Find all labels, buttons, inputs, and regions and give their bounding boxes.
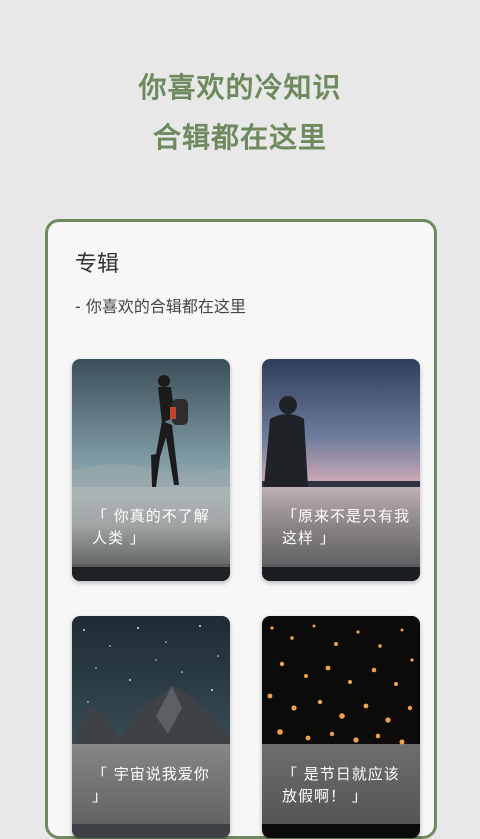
card-3-caption: 「 宇宙说我爱你 」: [92, 765, 210, 805]
card-1-caption: 「 你真的不了解人类 」: [92, 507, 210, 547]
album-card-1[interactable]: 「 你真的不了解人类 」: [72, 359, 230, 581]
card-4-caption: 「 是节日就应该放假啊！ 」: [282, 765, 400, 805]
album-card-4[interactable]: 「 是节日就应该放假啊！ 」: [262, 616, 420, 838]
album-card-3[interactable]: 「 宇宙说我爱你 」: [72, 616, 230, 838]
album-title: 专辑: [75, 252, 120, 277]
album-subtitle: - 你喜欢的合辑都在这里: [75, 297, 246, 316]
album-card-2[interactable]: 「原来不是只有我这样 」: [262, 359, 420, 581]
album-panel: 专辑 - 你喜欢的合辑都在这里 「 你真的不了解人类 」 「原来不是只有我这样 …: [45, 219, 437, 839]
hero-title-line1: 你喜欢的冷知识: [138, 71, 342, 104]
card-2-caption: 「原来不是只有我这样 」: [282, 507, 411, 547]
hero-title-line2: 合辑都在这里: [152, 121, 327, 154]
